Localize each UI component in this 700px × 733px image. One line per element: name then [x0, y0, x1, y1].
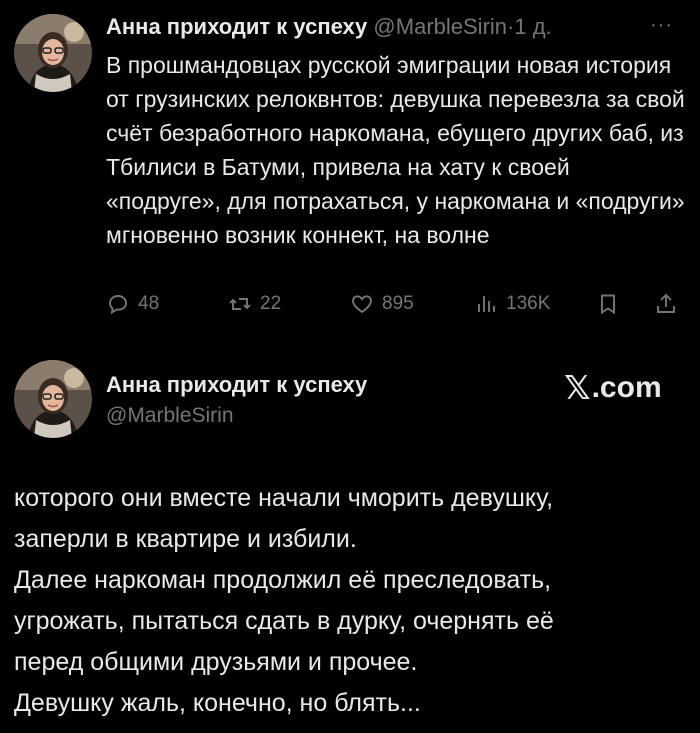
text-line: заперли в квартире и избили.	[14, 525, 357, 553]
post-time[interactable]: 1 д.	[514, 14, 551, 39]
like-button[interactable]: 895	[350, 292, 414, 316]
x-logo-icon: 𝕏	[564, 369, 591, 406]
bookmark-icon	[601, 294, 615, 315]
avatar-photo	[14, 14, 92, 92]
views-icon	[478, 296, 495, 312]
reply-button[interactable]: 48	[106, 292, 159, 316]
share-button[interactable]	[654, 292, 678, 316]
avatar-photo	[14, 360, 92, 438]
author-handle[interactable]: @MarbleSirin	[373, 14, 507, 39]
repost-count: 22	[260, 293, 282, 314]
x-com-logo: 𝕏 .com	[564, 368, 662, 407]
bookmark-button[interactable]	[596, 292, 620, 316]
x-com-text: .com	[591, 370, 662, 404]
text-line: угрожать, пытаться сдать в дурку, очерня…	[14, 607, 554, 635]
views-button[interactable]: 136K	[474, 292, 550, 316]
post-header: Анна приходит к успеху @MarbleSirin·1 д.	[106, 14, 552, 40]
repost-button[interactable]: 22	[228, 292, 281, 316]
heart-icon	[352, 295, 372, 314]
reply-icon	[109, 295, 127, 315]
post-actions: 48 22 895 136K	[106, 292, 681, 322]
more-options-icon[interactable]: ···	[650, 14, 673, 37]
post-text: В прошмандовцах русской эмиграции новая …	[106, 52, 685, 248]
author-avatar[interactable]	[14, 360, 92, 438]
share-icon	[657, 293, 675, 313]
text-line: перед общими друзьями и прочее.	[14, 648, 418, 676]
reply-count: 48	[138, 293, 160, 314]
text-line: Далее наркоман продолжил её преследовать…	[14, 566, 552, 594]
author-handle[interactable]: @MarbleSirin	[106, 404, 234, 428]
author-name[interactable]: Анна приходит к успеху	[106, 14, 367, 39]
author-avatar[interactable]	[14, 14, 92, 92]
views-count: 136K	[506, 293, 551, 314]
text-line: Девушку жаль, конечно, но блять...	[14, 689, 421, 717]
like-count: 895	[382, 293, 414, 314]
retweet-icon	[229, 298, 251, 310]
text-line: которого они вместе начали чморить девуш…	[14, 484, 554, 512]
author-name[interactable]: Анна приходит к успеху	[106, 372, 367, 398]
post-text: которого они вместе начали чморить девуш…	[14, 478, 686, 724]
